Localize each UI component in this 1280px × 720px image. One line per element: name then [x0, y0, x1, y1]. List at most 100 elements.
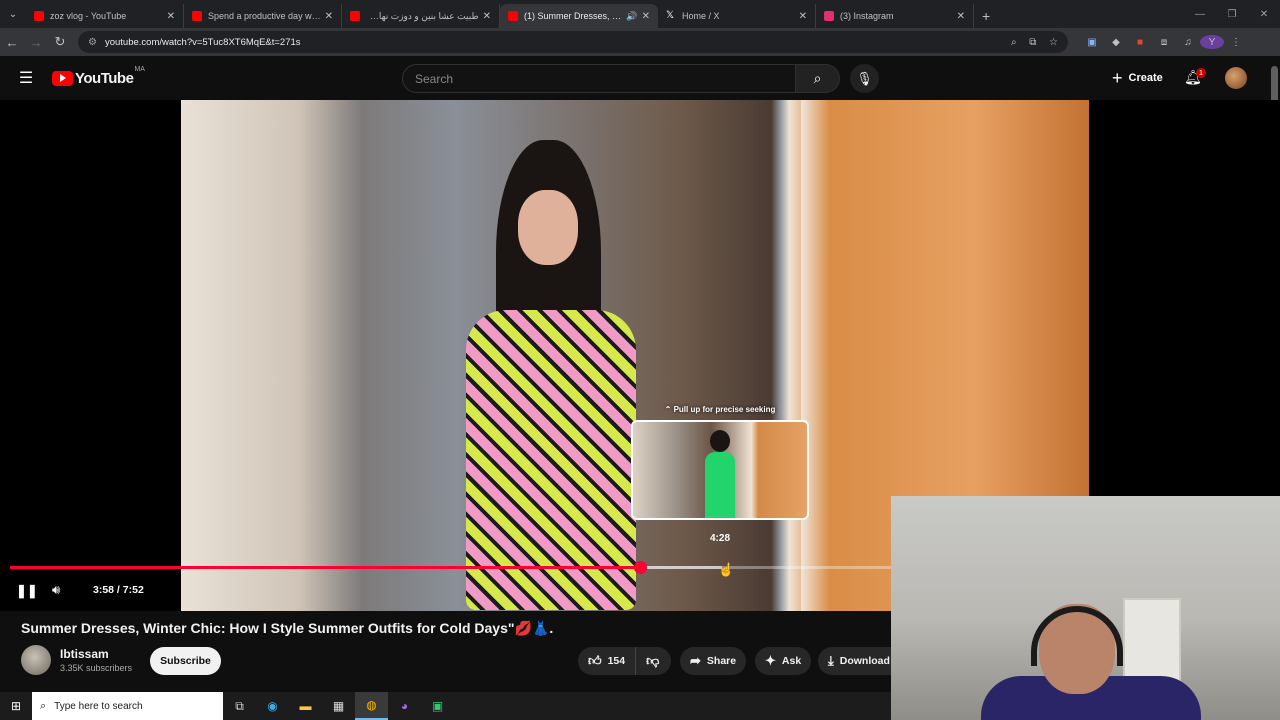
- hamburger-menu-icon[interactable]: ☰: [0, 68, 52, 88]
- tab-summer-dresses[interactable]: (1) Summer Dresses, Winter Chic 🔊 ✕: [500, 4, 658, 28]
- tab-instagram[interactable]: (3) Instagram ✕: [816, 4, 974, 28]
- tab-close-icon[interactable]: ✕: [325, 11, 333, 22]
- tab-title: (3) Instagram: [840, 11, 894, 21]
- youtube-favicon-icon: [192, 11, 202, 21]
- tab-search-button[interactable]: ⌄: [0, 0, 26, 28]
- seek-hint: ⌃ Pull up for precise seeking: [664, 405, 776, 414]
- search-icon[interactable]: ⌕: [796, 64, 840, 93]
- url-text: youtube.com/watch?v=5Tuc8XT6MqE&t=271s: [104, 36, 301, 48]
- profile-avatar[interactable]: Y: [1200, 35, 1224, 49]
- edge-browser-icon[interactable]: ◉: [256, 692, 289, 720]
- media-control-icon[interactable]: ♫: [1176, 37, 1200, 48]
- progress-played-fill: [10, 566, 640, 569]
- instagram-favicon-icon: [824, 11, 834, 21]
- country-code: MA: [134, 65, 145, 73]
- share-button[interactable]: ➦ Share: [680, 647, 746, 675]
- discord-like-app-icon[interactable]: ◕: [388, 692, 421, 720]
- tab-close-icon[interactable]: ✕: [642, 11, 650, 22]
- channel-avatar[interactable]: [21, 645, 51, 675]
- like-button[interactable]: 👍︎ 154: [578, 647, 637, 675]
- youtube-favicon-icon: [350, 11, 360, 21]
- bookmark-star-icon[interactable]: ☆: [1049, 37, 1058, 48]
- mouse-cursor-icon: ☝: [718, 562, 735, 577]
- file-explorer-icon[interactable]: ▬: [289, 692, 322, 720]
- scrubber-handle[interactable]: [634, 561, 647, 574]
- subscriber-count: 3.35K subscribers: [60, 663, 133, 673]
- pause-icon[interactable]: ❚❚: [16, 583, 38, 599]
- sparkle-icon: ✦: [765, 653, 776, 668]
- time-display: 3:58 / 7:52: [93, 584, 144, 596]
- share-arrow-icon: ➦: [690, 653, 701, 668]
- search-icon: ⌕: [40, 699, 47, 712]
- restore-icon[interactable]: ❐: [1216, 0, 1248, 28]
- search-input[interactable]: Search: [402, 64, 796, 93]
- create-button[interactable]: + Create: [1106, 64, 1169, 92]
- woman-in-houndstooth-dress: [466, 140, 636, 611]
- tab-title: Spend a productive day with me: [208, 11, 321, 21]
- back-icon[interactable]: ←: [0, 35, 24, 50]
- youtube-favicon-icon: [508, 11, 518, 21]
- plus-icon: +: [1112, 67, 1123, 88]
- headphones: [1031, 606, 1123, 666]
- tab-home-x[interactable]: 𝕏 Home / X ✕: [658, 4, 816, 28]
- windows-start-icon[interactable]: ⊞: [0, 699, 32, 713]
- address-bar[interactable]: ⚙ youtube.com/watch?v=5Tuc8XT6MqE&t=271s…: [78, 31, 1068, 53]
- browser-tab-strip: ⌄ zoz vlog - YouTube ✕ Spend a productiv…: [0, 0, 1280, 28]
- download-icon: ⤓: [828, 653, 834, 668]
- task-view-icon[interactable]: ⧉: [223, 692, 256, 720]
- video-title: Summer Dresses, Winter Chic: How I Style…: [21, 620, 554, 636]
- site-info-icon[interactable]: ⚙: [88, 37, 97, 48]
- extensions-puzzle-icon[interactable]: ⧈: [1152, 37, 1176, 48]
- tab-close-icon[interactable]: ✕: [167, 11, 175, 22]
- minimize-icon[interactable]: —: [1184, 0, 1216, 28]
- extension-diamond-icon[interactable]: ◆: [1104, 37, 1128, 48]
- seek-preview-thumbnail: [631, 420, 809, 520]
- chrome-icon[interactable]: ◍: [355, 692, 388, 720]
- tab-arabic-video[interactable]: طبيت عشا بنين و دوزت نهار واعر ✕: [342, 4, 500, 28]
- webcam-overlay: [891, 496, 1280, 720]
- microsoft-store-icon[interactable]: ▦: [322, 692, 355, 720]
- forward-icon[interactable]: →: [24, 35, 48, 50]
- x-favicon-icon: 𝕏: [666, 10, 675, 21]
- tab-close-icon[interactable]: ✕: [799, 11, 807, 22]
- youtube-play-logo-icon: [52, 70, 73, 86]
- create-label: Create: [1128, 72, 1163, 84]
- account-avatar[interactable]: [1225, 67, 1247, 89]
- like-count: 154: [607, 655, 626, 667]
- translate-extension-icon[interactable]: ▣: [1080, 37, 1104, 48]
- tab-close-icon[interactable]: ✕: [957, 11, 965, 22]
- extension-red-icon[interactable]: ■: [1128, 37, 1152, 48]
- taskbar-search-placeholder: Type here to search: [54, 700, 143, 712]
- youtube-favicon-icon: [34, 11, 44, 21]
- download-label: Download: [839, 655, 890, 667]
- green-app-icon[interactable]: ▣: [421, 692, 454, 720]
- hover-time: 4:28: [709, 533, 730, 544]
- ask-button[interactable]: ✦ Ask: [755, 647, 811, 675]
- tab-zoz-vlog[interactable]: zoz vlog - YouTube ✕: [26, 4, 184, 28]
- chrome-menu-icon[interactable]: ⋮: [1224, 37, 1248, 48]
- new-tab-button[interactable]: +: [974, 4, 998, 28]
- ask-label: Ask: [781, 655, 802, 667]
- tab-title: طبيت عشا بنين و دوزت نهار واعر: [366, 10, 479, 21]
- tab-close-icon[interactable]: ✕: [483, 11, 491, 22]
- thumbs-up-icon: 👍︎: [588, 653, 602, 668]
- tab-title: (1) Summer Dresses, Winter Chic: [524, 11, 623, 21]
- subscribe-button[interactable]: Subscribe: [150, 647, 221, 675]
- windows-taskbar: ⊞ ⌕ Type here to search ⧉ ◉ ▬ ▦ ◍ ◕ ▣: [0, 692, 891, 720]
- reload-icon[interactable]: ↻: [48, 34, 72, 50]
- audio-playing-icon[interactable]: 🔊: [626, 11, 637, 22]
- youtube-logo[interactable]: YouTube MA: [52, 66, 145, 87]
- install-app-icon[interactable]: ⧉: [1029, 37, 1036, 48]
- tab-productive-day[interactable]: Spend a productive day with me ✕: [184, 4, 342, 28]
- download-button[interactable]: ⤓ Download: [818, 647, 898, 675]
- volume-icon[interactable]: 🔊︎: [52, 582, 60, 598]
- extensions-bar: ▣ ◆ ■ ⧈ ♫ Y ⋮: [1080, 35, 1248, 49]
- tab-title: Home / X: [682, 11, 720, 21]
- dislike-button[interactable]: 👎︎: [636, 653, 669, 669]
- close-window-icon[interactable]: ✕: [1248, 0, 1280, 28]
- microphone-icon[interactable]: 🎙: [850, 64, 879, 93]
- search-bar: Search ⌕ 🎙: [402, 64, 879, 93]
- zoom-icon[interactable]: ⌕: [1011, 37, 1017, 48]
- taskbar-search-input[interactable]: ⌕ Type here to search: [32, 692, 223, 720]
- channel-name[interactable]: Ibtissam: [60, 647, 109, 661]
